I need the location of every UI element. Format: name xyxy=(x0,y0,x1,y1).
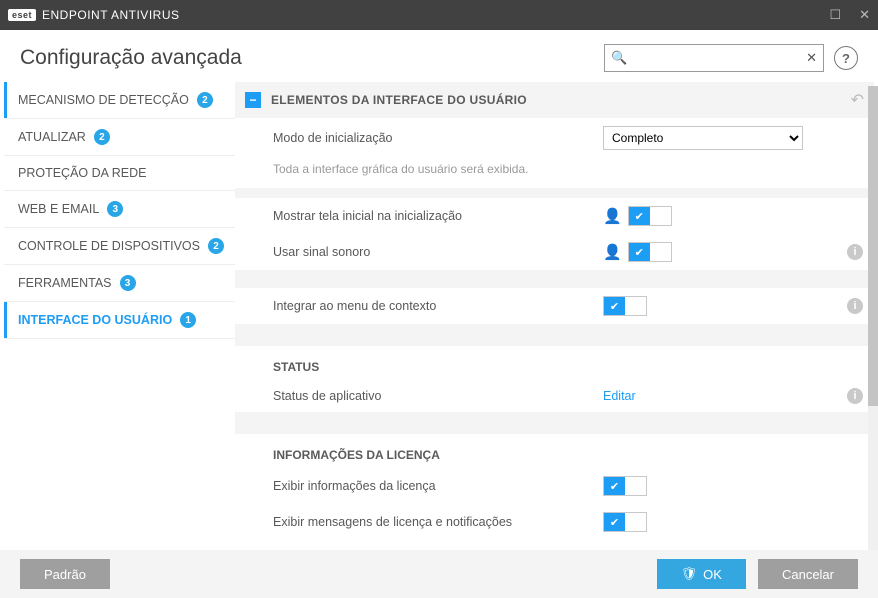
row-app-status: Status de aplicativo Editar i xyxy=(235,380,874,412)
sidebar-item-ui[interactable]: INTERFACE DO USUÁRIO 1 xyxy=(4,302,235,339)
user-icon: 👤 xyxy=(603,207,622,225)
sidebar-badge: 1 xyxy=(180,312,196,328)
sidebar-item-detection[interactable]: MECANISMO DE DETECÇÃO 2 xyxy=(4,82,235,119)
window-close-icon[interactable]: ✕ xyxy=(859,7,870,23)
sidebar-badge: 2 xyxy=(197,92,213,108)
sidebar-item-web-email[interactable]: WEB E EMAIL 3 xyxy=(4,191,235,228)
sidebar-badge: 2 xyxy=(94,129,110,145)
sidebar-item-devices[interactable]: CONTROLE DE DISPOSITIVOS 2 xyxy=(4,228,235,265)
row-show-splash: Mostrar tela inicial na inicialização 👤 … xyxy=(235,198,874,234)
scrollbar-track[interactable] xyxy=(868,86,878,550)
header: Configuração avançada 🔍 ✕ ? xyxy=(0,30,878,82)
sidebar-item-label: PROTEÇÃO DA REDE xyxy=(18,166,147,180)
clear-search-icon[interactable]: ✕ xyxy=(806,50,817,66)
app-status-label: Status de aplicativo xyxy=(273,389,603,403)
row-context-menu: Integrar ao menu de contexto ✔ i xyxy=(235,288,874,324)
sidebar-badge: 2 xyxy=(208,238,224,254)
default-button[interactable]: Padrão xyxy=(20,559,110,589)
row-use-sound: Usar sinal sonoro 👤 ✔ i xyxy=(235,234,874,270)
sidebar-badge: 3 xyxy=(107,201,123,217)
undo-icon[interactable]: ↶ xyxy=(851,90,864,110)
help-button[interactable]: ? xyxy=(834,46,858,70)
info-icon[interactable]: i xyxy=(847,244,863,260)
ok-button[interactable]: 🛡OK xyxy=(657,559,746,589)
sidebar-item-label: WEB E EMAIL xyxy=(18,202,99,216)
show-splash-label: Mostrar tela inicial na inicialização xyxy=(273,209,603,223)
section-title: ELEMENTOS DA INTERFACE DO USUÁRIO xyxy=(271,93,527,107)
shield-icon: 🛡 xyxy=(681,566,698,582)
brand-logo: eset xyxy=(8,9,36,21)
license-msg-label: Exibir mensagens de licença e notificaçõ… xyxy=(273,515,603,529)
app-status-edit-link[interactable]: Editar xyxy=(603,389,636,403)
cancel-button[interactable]: Cancelar xyxy=(758,559,858,589)
row-license-msg: Exibir mensagens de licença e notificaçõ… xyxy=(235,504,874,540)
user-icon: 👤 xyxy=(603,243,622,261)
use-sound-toggle[interactable]: ✔ xyxy=(628,242,672,262)
scrollbar-thumb[interactable] xyxy=(868,86,878,406)
collapse-toggle-icon[interactable]: − xyxy=(245,92,261,108)
search-box[interactable]: 🔍 ✕ xyxy=(604,44,824,72)
search-icon: 🔍 xyxy=(611,50,627,66)
search-input[interactable] xyxy=(631,51,806,65)
sidebar-item-label: MECANISMO DE DETECÇÃO xyxy=(18,93,189,107)
startup-mode-label: Modo de inicialização xyxy=(273,131,603,145)
brand-text: ENDPOINT ANTIVIRUS xyxy=(42,8,179,22)
use-sound-label: Usar sinal sonoro xyxy=(273,245,603,259)
row-startup-mode: Modo de inicialização Completo xyxy=(235,118,874,158)
context-menu-toggle[interactable]: ✔ xyxy=(603,296,647,316)
app-brand: eset ENDPOINT ANTIVIRUS xyxy=(8,8,179,22)
sidebar-item-label: INTERFACE DO USUÁRIO xyxy=(18,313,172,327)
footer: Padrão 🛡OK Cancelar xyxy=(0,550,878,598)
sidebar-item-label: ATUALIZAR xyxy=(18,130,86,144)
titlebar: eset ENDPOINT ANTIVIRUS ☐ ✕ xyxy=(0,0,878,30)
show-splash-toggle[interactable]: ✔ xyxy=(628,206,672,226)
status-subhead: STATUS xyxy=(235,346,874,380)
page-title: Configuração avançada xyxy=(20,46,242,70)
startup-mode-hint: Toda a interface gráfica do usuário será… xyxy=(235,158,874,188)
license-msg-toggle[interactable]: ✔ xyxy=(603,512,647,532)
license-show-toggle[interactable]: ✔ xyxy=(603,476,647,496)
context-menu-label: Integrar ao menu de contexto xyxy=(273,299,603,313)
sidebar-item-network[interactable]: PROTEÇÃO DA REDE xyxy=(4,156,235,191)
sidebar-item-label: FERRAMENTAS xyxy=(18,276,112,290)
row-license-show: Exibir informações da licença ✔ xyxy=(235,468,874,504)
content-panel: − ELEMENTOS DA INTERFACE DO USUÁRIO ↶ Mo… xyxy=(235,82,878,546)
license-show-label: Exibir informações da licença xyxy=(273,479,603,493)
sidebar: MECANISMO DE DETECÇÃO 2 ATUALIZAR 2 PROT… xyxy=(0,82,235,546)
sidebar-badge: 3 xyxy=(120,275,136,291)
sidebar-item-tools[interactable]: FERRAMENTAS 3 xyxy=(4,265,235,302)
startup-mode-select[interactable]: Completo xyxy=(603,126,803,150)
section-header-ui-elements: − ELEMENTOS DA INTERFACE DO USUÁRIO ↶ xyxy=(235,82,874,118)
info-icon[interactable]: i xyxy=(847,388,863,404)
info-icon[interactable]: i xyxy=(847,298,863,314)
license-subhead: INFORMAÇÕES DA LICENÇA xyxy=(235,434,874,468)
window-maximize-icon[interactable]: ☐ xyxy=(829,7,841,23)
sidebar-item-update[interactable]: ATUALIZAR 2 xyxy=(4,119,235,156)
sidebar-item-label: CONTROLE DE DISPOSITIVOS xyxy=(18,239,200,253)
